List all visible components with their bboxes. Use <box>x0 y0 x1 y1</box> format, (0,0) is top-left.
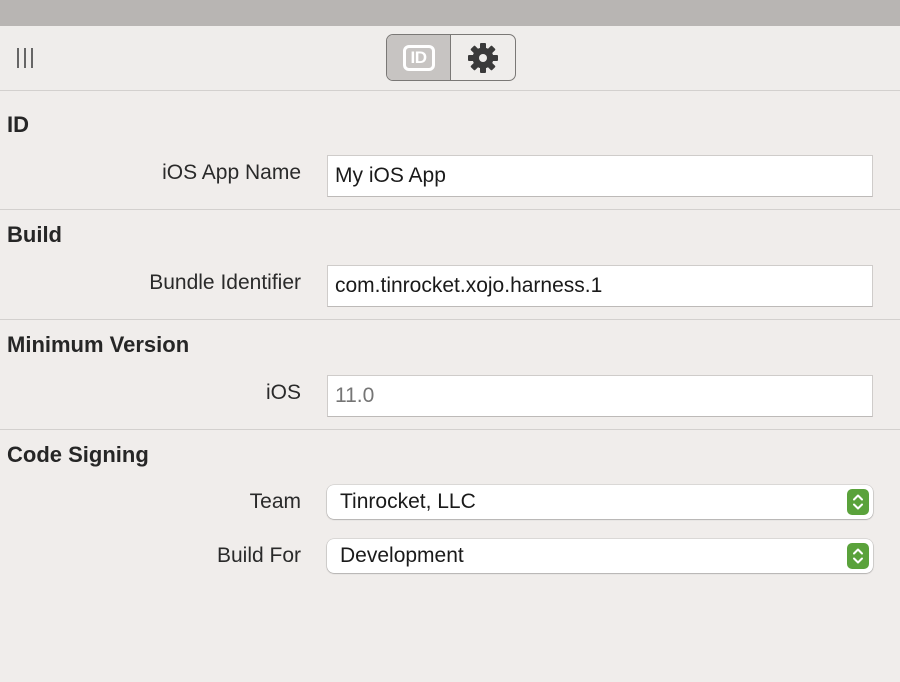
team-popup-value: Tinrocket, LLC <box>340 490 476 513</box>
tab-id[interactable]: ID <box>387 35 451 80</box>
bundle-identifier-field[interactable] <box>327 265 873 307</box>
ios-version-field[interactable] <box>327 375 873 417</box>
build-for-label: Build For <box>216 544 301 567</box>
team-popup[interactable]: Tinrocket, LLC <box>327 485 873 519</box>
sidebar-toggle-icon[interactable] <box>17 48 33 68</box>
bundle-identifier-label: Bundle Identifier <box>149 271 301 294</box>
section-build: Build Bundle Identifier <box>0 210 900 320</box>
section-title-minimum-version: Minimum Version <box>7 332 190 357</box>
section-id: ID iOS App Name <box>0 91 900 210</box>
inspector-mode-selector: ID <box>386 34 516 81</box>
chevron-up-down-icon <box>847 543 869 569</box>
tab-settings[interactable] <box>451 35 515 80</box>
build-for-popup-value: Development <box>340 544 464 567</box>
section-code-signing: Code Signing Team Tinrocket, LLC Build F… <box>0 430 900 682</box>
app-name-field[interactable] <box>327 155 873 197</box>
build-for-popup[interactable]: Development <box>327 539 873 573</box>
section-title-code-signing: Code Signing <box>7 442 149 467</box>
window-title-bar <box>0 0 900 26</box>
id-badge-icon: ID <box>402 44 435 71</box>
section-title-id: ID <box>7 112 29 137</box>
section-minimum-version: Minimum Version iOS <box>0 320 900 430</box>
gear-icon <box>468 42 498 73</box>
section-title-build: Build <box>7 222 62 247</box>
inspector-toolbar: ID <box>0 26 900 91</box>
id-badge-label: ID <box>410 47 428 67</box>
team-label: Team <box>249 490 301 513</box>
chevron-up-down-icon <box>847 489 869 515</box>
app-name-label: iOS App Name <box>162 161 301 184</box>
ios-version-label: iOS <box>265 381 301 404</box>
